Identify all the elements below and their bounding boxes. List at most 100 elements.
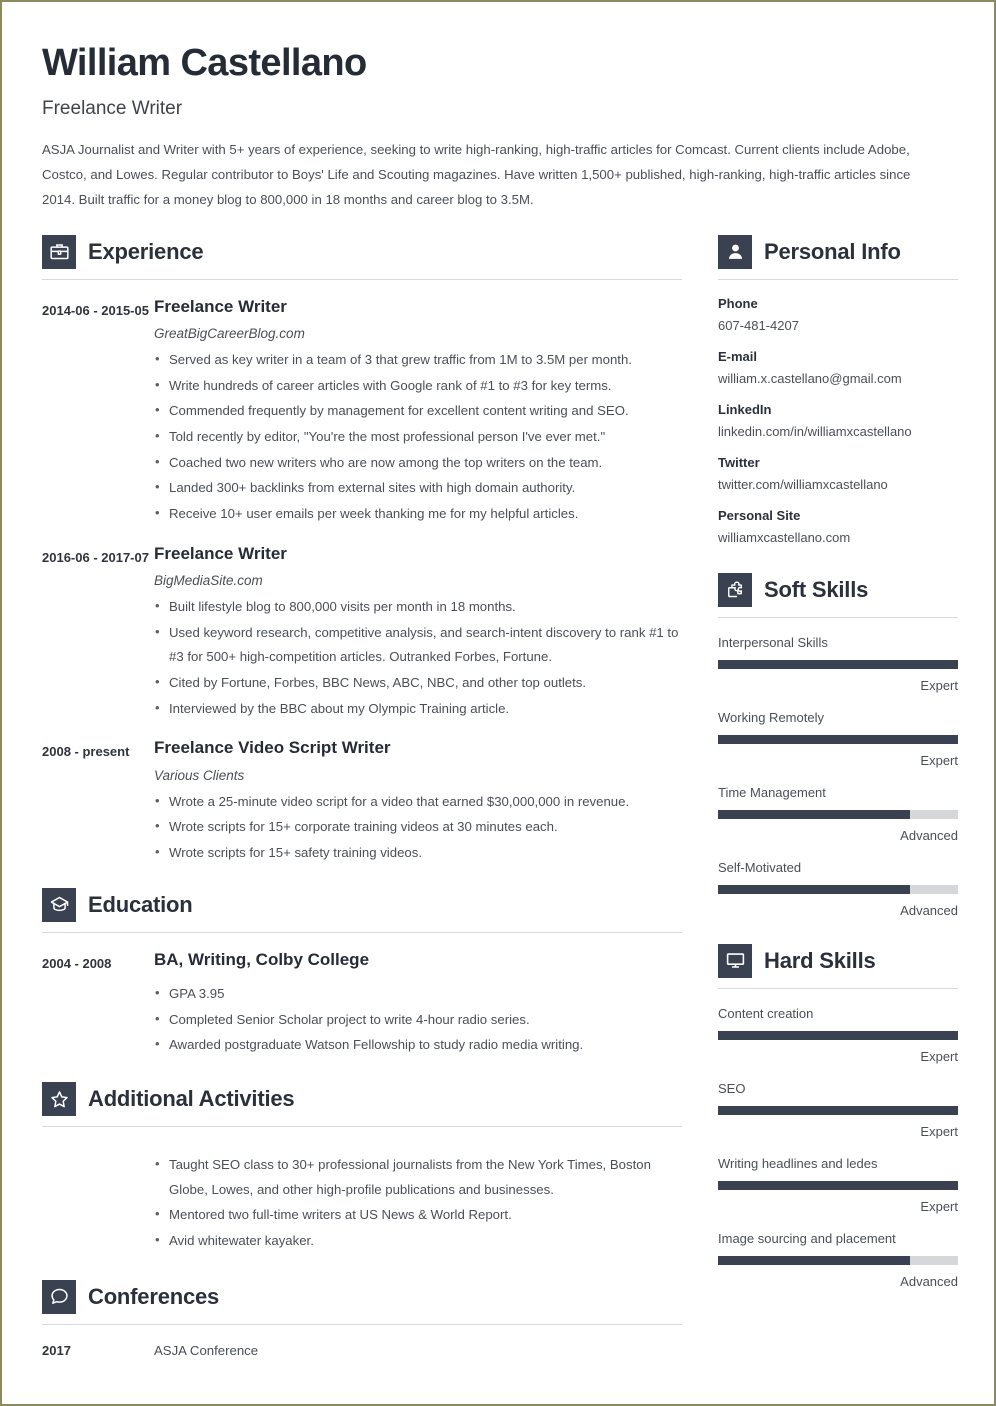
entry-organization: Various Clients (154, 767, 245, 783)
info-value-linkedin[interactable]: linkedin.com/in/williamxcastellano (718, 424, 958, 439)
skill-name: SEO (718, 1080, 746, 1096)
skill-name: Writing headlines and ledes (718, 1155, 878, 1171)
info-item: Twitter twitter.com/williamxcastellano (718, 455, 958, 492)
skill-item: Interpersonal Skills Expert (718, 635, 958, 693)
entry-bullets: GPA 3.95 Completed Senior Scholar projec… (154, 981, 682, 1058)
conference-year: 2017 (42, 1342, 71, 1358)
skill-level: Advanced (900, 827, 958, 843)
skill-name: Image sourcing and placement (718, 1230, 896, 1246)
section-title-conferences: Conferences (88, 1283, 220, 1309)
speech-bubble-icon (42, 1279, 76, 1314)
bullet-item: Wrote scripts for 15+ safety training vi… (154, 840, 682, 866)
info-item: Personal Site williamxcastellano.com (718, 508, 958, 545)
section-education: Education 2004 - 2008 BA, Writing, Colby… (42, 887, 682, 1058)
skill-bar-track (718, 734, 958, 744)
entry-dates: 2008 - present (42, 744, 130, 760)
entry-bullets: Served as key writer in a team of 3 that… (154, 347, 682, 527)
bullet-item: Taught SEO class to 30+ professional jou… (154, 1152, 682, 1202)
section-divider (718, 278, 958, 280)
info-label: E-mail (718, 348, 758, 364)
skill-bar-fill (718, 1105, 958, 1115)
conference-name: ASJA Conference (154, 1342, 259, 1358)
section-divider (42, 1126, 682, 1128)
skill-item: Time Management Advanced (718, 785, 958, 843)
resume-page: William Castellano Freelance Writer ASJA… (0, 0, 996, 1406)
section-divider (42, 278, 682, 280)
person-icon (718, 234, 752, 269)
skill-bar-fill (718, 809, 910, 819)
section-experience: Experience 2014-06 - 2015-05 Freelance W… (42, 234, 682, 866)
bullet-item: Write hundreds of career articles with G… (154, 373, 682, 399)
section-title-experience: Experience (88, 238, 204, 264)
skill-level: Advanced (900, 1273, 958, 1289)
skill-level: Expert (920, 677, 958, 693)
skill-item: Self-Motivated Advanced (718, 860, 958, 918)
section-personal-info: Personal Info Phone 607-481-4207 E-mail … (718, 234, 958, 545)
section-divider (42, 931, 682, 933)
skill-name: Self-Motivated (718, 859, 802, 875)
experience-entry: 2014-06 - 2015-05 Freelance Writer Great… (42, 296, 682, 527)
section-title-personal-info: Personal Info (764, 238, 901, 264)
section-header-education: Education (42, 887, 682, 922)
bullet-item: Told recently by editor, "You're the mos… (154, 424, 682, 450)
section-title-additional-activities: Additional Activities (88, 1086, 295, 1112)
entry-organization: BigMediaSite.com (154, 573, 263, 589)
main-column: Experience 2014-06 - 2015-05 Freelance W… (42, 234, 682, 1358)
skill-bar-track (718, 1030, 958, 1040)
skill-level: Expert (920, 752, 958, 768)
bullet-item: Mentored two full-time writers at US New… (154, 1202, 682, 1228)
skill-name: Interpersonal Skills (718, 634, 828, 650)
page-title: William Castellano (42, 42, 367, 84)
bullet-item: Used keyword research, competitive analy… (154, 620, 682, 670)
entry-role: Freelance Writer (154, 296, 287, 316)
info-value-twitter[interactable]: twitter.com/williamxcastellano (718, 477, 958, 492)
skill-bar-track (718, 809, 958, 819)
experience-entry: 2016-06 - 2017-07 Freelance Writer BigMe… (42, 543, 682, 722)
puzzle-piece-icon (718, 572, 752, 607)
skill-bar-track (718, 884, 958, 894)
entry-bullets: Taught SEO class to 30+ professional jou… (154, 1152, 682, 1254)
section-divider (718, 987, 958, 989)
bullet-item: GPA 3.95 (154, 981, 682, 1007)
entry-role: Freelance Writer (154, 543, 287, 563)
activities-entry: Taught SEO class to 30+ professional jou… (42, 1143, 682, 1254)
section-title-education: Education (88, 891, 193, 917)
monitor-icon (718, 943, 752, 978)
bullet-item: Awarded postgraduate Watson Fellowship t… (154, 1032, 682, 1058)
bullet-item: Wrote scripts for 15+ corporate training… (154, 814, 682, 840)
entry-role: Freelance Video Script Writer (154, 738, 391, 758)
entry-dates: 2004 - 2008 (42, 955, 112, 971)
bullet-item: Completed Senior Scholar project to writ… (154, 1007, 682, 1033)
skill-item: SEO Expert (718, 1081, 958, 1139)
skill-bar-track (718, 659, 958, 669)
resume-header: William Castellano Freelance Writer ASJA… (42, 42, 954, 213)
skill-bar-fill (718, 1180, 958, 1190)
skill-bar-fill (718, 734, 958, 744)
skill-bar-fill (718, 884, 910, 894)
section-divider (718, 616, 958, 618)
section-soft-skills: Soft Skills Interpersonal Skills Expert … (718, 572, 958, 918)
bullet-item: Cited by Fortune, Forbes, BBC News, ABC,… (154, 670, 682, 696)
skill-bar-fill (718, 659, 958, 669)
skill-bar-track (718, 1180, 958, 1190)
info-label: Phone (718, 295, 758, 311)
section-hard-skills: Hard Skills Content creation Expert SEO … (718, 943, 958, 1289)
conference-row: 2017 ASJA Conference (42, 1343, 682, 1358)
resume-body: Experience 2014-06 - 2015-05 Freelance W… (42, 234, 958, 1358)
info-item: E-mail william.x.castellano@gmail.com (718, 349, 958, 386)
skill-item: Working Remotely Expert (718, 710, 958, 768)
info-value-phone: 607-481-4207 (718, 317, 799, 333)
entry-degree: BA, Writing, Colby College (154, 949, 370, 969)
skill-item: Content creation Expert (718, 1006, 958, 1064)
info-item: Phone 607-481-4207 (718, 296, 958, 333)
info-value-personal-site[interactable]: williamxcastellano.com (718, 530, 958, 545)
bullet-item: Avid whitewater kayaker. (154, 1228, 682, 1254)
section-header-additional-activities: Additional Activities (42, 1082, 682, 1117)
skill-name: Working Remotely (718, 709, 824, 725)
briefcase-icon (42, 234, 76, 269)
skill-level: Advanced (900, 902, 958, 918)
section-title-hard-skills: Hard Skills (764, 947, 876, 973)
skill-level: Expert (920, 1198, 958, 1214)
entry-organization: GreatBigCareerBlog.com (154, 325, 305, 341)
bullet-item: Served as key writer in a team of 3 that… (154, 347, 682, 373)
